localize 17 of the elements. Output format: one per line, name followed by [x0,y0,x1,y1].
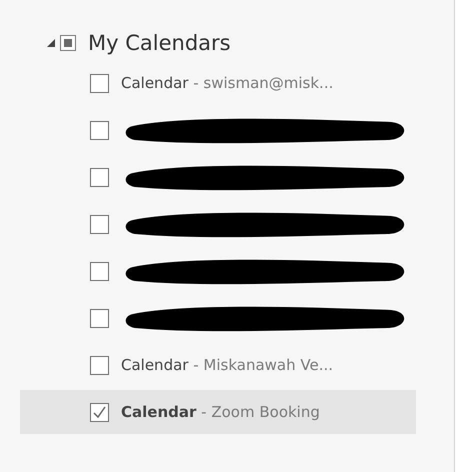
group-checkbox[interactable] [60,35,76,51]
group-label[interactable]: My Calendars [88,31,231,55]
checkbox[interactable] [90,402,109,422]
calendar-item[interactable]: Calendar - swisman@misk... [20,61,416,105]
calendar-name: Calendar - Miskanawah Ve... [121,356,334,374]
calendar-item[interactable]: Calendar - Miskanawah Ve... [20,343,416,387]
checkbox[interactable] [90,308,109,328]
checkbox[interactable] [90,356,109,374]
checkbox[interactable] [90,168,109,186]
checkbox[interactable] [90,120,109,140]
calendar-name: Calendar - Zoom Booking [121,403,320,421]
checkbox[interactable] [90,214,109,234]
calendar-item[interactable]: Calendar - Zoom Booking [20,390,416,434]
checkbox[interactable] [90,74,109,92]
expand-arrow-icon[interactable] [46,38,56,48]
calendar-name: Calendar - swisman@misk... [121,74,334,92]
checkbox[interactable] [90,262,109,280]
